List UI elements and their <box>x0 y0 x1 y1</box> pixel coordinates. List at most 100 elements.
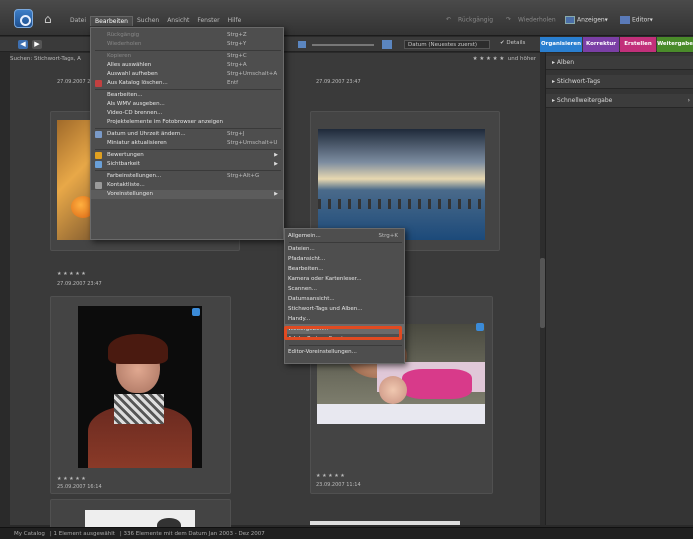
menu-item-shortcut: Strg+Alt+G <box>227 173 260 179</box>
edit-menu-item[interactable]: Als WMV ausgeben... <box>91 100 283 109</box>
edit-menu-item[interactable]: Voreinstellungen ▶ <box>91 190 283 199</box>
menu-hilfe[interactable]: Hilfe <box>224 16 246 26</box>
rating-stars[interactable]: ★ ★ ★ ★ ★ <box>316 473 345 479</box>
search-label[interactable]: Suchen: Stichwort-Tags, A <box>10 56 81 62</box>
menu-item-label: Sichtbarkeit <box>107 161 140 167</box>
preferences-menu-item[interactable]: Kamera oder Kartenleser... <box>285 274 404 284</box>
catalog-name[interactable]: My Catalog <box>14 531 45 537</box>
home-icon[interactable]: ⌂ <box>44 13 56 25</box>
redo-icon: ↷ <box>506 16 512 23</box>
edit-menu-item[interactable]: Bearbeiten... <box>91 91 283 100</box>
horizontal-scrollbar[interactable] <box>310 521 460 525</box>
edit-menu-item[interactable]: Datum und Uhrzeit ändern... Strg+J <box>91 130 283 139</box>
tab-weitergabe[interactable]: Weitergabe <box>657 37 693 52</box>
menu-separator <box>95 128 281 129</box>
details-checkbox[interactable]: ✔ Details <box>500 40 525 46</box>
photo-thumbnail[interactable] <box>318 129 485 240</box>
tab-korrektur[interactable]: Korrektur <box>583 37 619 52</box>
menu-suchen[interactable]: Suchen <box>133 16 163 26</box>
editor-button[interactable]: Editor▾ <box>620 16 653 24</box>
menu-item-label: Kamera oder Kartenleser... <box>288 276 362 282</box>
preferences-menu-item[interactable]: Pfadansicht... <box>285 254 404 264</box>
editor-icon <box>620 16 630 24</box>
highlight-annotation <box>284 326 402 340</box>
menu-item-label: Miniatur aktualisieren <box>107 140 167 146</box>
menu-item-shortcut: Entf <box>227 80 239 86</box>
edit-menu-item[interactable]: Kopieren Strg+C <box>91 52 283 61</box>
rating-stars[interactable]: ★ ★ ★ ★ ★ <box>57 476 86 482</box>
organizer-logo-icon[interactable] <box>14 9 33 28</box>
menu-item-shortcut: Strg+Umschalt+A <box>227 71 278 77</box>
rating-filter[interactable]: ★ ★ ★ ★ ★ und höher <box>473 56 536 62</box>
edit-menu-item[interactable]: Aus Katalog löschen... Entf <box>91 79 283 88</box>
preferences-menu-item[interactable]: Allgemein... Strg+K <box>285 231 404 241</box>
panel-albums[interactable]: ▸ Alben <box>546 56 693 70</box>
edit-menu-item[interactable]: Farbeinstellungen... Strg+Alt+G <box>91 172 283 181</box>
panel-keyword-tags[interactable]: ▸ Stichwort-Tags <box>546 75 693 89</box>
menu-separator <box>289 345 402 346</box>
preferences-submenu: Allgemein... Strg+K Dateien... Pfadansicht.… <box>284 228 405 364</box>
monitor-icon <box>565 16 575 24</box>
edit-menu-item[interactable]: Miniatur aktualisieren Strg+Umschalt+U <box>91 139 283 148</box>
menu-datei[interactable]: Datei <box>66 16 90 26</box>
menu-separator <box>95 170 281 171</box>
preferences-menu-item[interactable]: Editor-Voreinstellungen... <box>285 347 404 357</box>
display-button[interactable]: Anzeigen▾ <box>565 16 608 24</box>
preferences-menu-item[interactable]: Handy... <box>285 314 404 324</box>
photo-cell[interactable] <box>50 296 231 494</box>
submenu-arrow-icon: ▶ <box>274 191 278 197</box>
edit-menu-item[interactable]: Projektelemente im Fotobrowser anzeigen <box>91 118 283 127</box>
edit-menu-item[interactable]: Sichtbarkeit ▶ <box>91 160 283 169</box>
preferences-menu-item[interactable]: Dateien... <box>285 244 404 254</box>
menu-ansicht[interactable]: Ansicht <box>163 16 193 26</box>
stack-badge-icon <box>192 308 200 316</box>
menu-item-label: Wiederholen <box>107 41 142 47</box>
large-thumbnail-icon[interactable] <box>382 40 392 49</box>
menu-separator <box>289 242 402 243</box>
menu-item-label: Datumsansicht... <box>288 296 335 302</box>
menu-item-icon <box>95 80 102 87</box>
menu-item-shortcut: Strg+Umschalt+U <box>227 140 278 146</box>
forward-arrow-icon[interactable]: ▶ <box>32 40 42 49</box>
menu-item-label: Aus Katalog löschen... <box>107 80 168 86</box>
menu-item-shortcut: Strg+Y <box>227 41 247 47</box>
edit-menu-item[interactable]: Wiederholen Strg+Y <box>91 40 283 49</box>
redo-button[interactable]: ↷ Wiederholen <box>506 16 556 24</box>
photo-thumbnail[interactable] <box>78 306 202 468</box>
undo-button[interactable]: ↶ Rückgängig <box>446 16 493 24</box>
menu-item-label: Kopieren <box>107 53 132 59</box>
right-panel: ▸ Alben ▸ Stichwort-Tags ▸ Schnellweiter… <box>545 53 693 525</box>
thumbnail-size-slider[interactable] <box>312 44 374 46</box>
edit-menu-item[interactable]: Auswahl aufheben Strg+Umschalt+A <box>91 70 283 79</box>
photo-cell[interactable] <box>50 499 231 532</box>
menu-item-label: Dateien... <box>288 246 315 252</box>
edit-menu-item[interactable]: Rückgängig Strg+Z <box>91 31 283 40</box>
preferences-menu-item[interactable]: Datumsansicht... <box>285 294 404 304</box>
rating-stars[interactable]: ★ ★ ★ ★ ★ <box>57 271 86 277</box>
menu-item-label: Bewertungen <box>107 152 144 158</box>
undo-icon: ↶ <box>446 16 452 23</box>
panel-quick-share[interactable]: ▸ Schnellweitergabe › <box>546 94 693 108</box>
menu-fenster[interactable]: Fenster <box>193 16 223 26</box>
edit-menu-item[interactable]: Alles auswählen Strg+A <box>91 61 283 70</box>
preferences-menu-item[interactable]: Bearbeiten... <box>285 264 404 274</box>
back-arrow-icon[interactable]: ◀ <box>18 40 28 49</box>
tab-erstellen[interactable]: Erstellen <box>620 37 656 52</box>
menu-item-icon <box>95 182 102 189</box>
sort-order-select[interactable]: Datum (Neuestes zuerst) <box>404 40 490 49</box>
preferences-menu-item[interactable]: Scannen... <box>285 284 404 294</box>
edit-menu-dropdown: Rückgängig Strg+Z Wiederholen Strg+Y Kopiere… <box>90 27 284 240</box>
menu-item-shortcut: Strg+Z <box>227 32 247 38</box>
edit-menu-item[interactable]: Bewertungen ▶ <box>91 151 283 160</box>
tab-organisieren[interactable]: Organisieren <box>540 37 582 52</box>
photo-date: 25.09.2007 16:14 <box>57 484 102 490</box>
menu-bearbeiten[interactable]: Bearbeiten <box>90 16 133 26</box>
small-thumbnail-icon[interactable] <box>298 41 306 48</box>
menu-item-label: Scannen... <box>288 286 317 292</box>
preferences-menu-item[interactable]: Stichwort-Tags und Alben... <box>285 304 404 314</box>
edit-menu-item[interactable]: Kontaktliste... <box>91 181 283 190</box>
edit-menu-item[interactable]: Video-CD brennen... <box>91 109 283 118</box>
menu-item-label: Projektelemente im Fotobrowser anzeigen <box>107 119 224 125</box>
collapse-icon[interactable]: › <box>688 94 690 108</box>
menu-separator <box>95 50 281 51</box>
